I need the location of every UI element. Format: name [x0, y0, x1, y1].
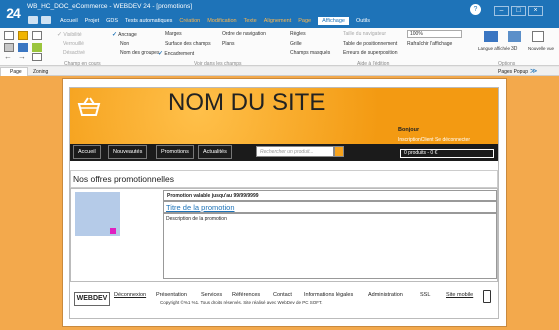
tab-page[interactable]: Page — [0, 67, 28, 76]
settings-icon[interactable] — [41, 16, 51, 24]
plans-option[interactable]: Plans — [222, 41, 235, 47]
verrouille-option[interactable]: Verrouillé — [63, 41, 84, 47]
window-title: WB_HC_DOC_eCommerce - WEBDEV 24 - [promo… — [27, 3, 193, 10]
visibilite-option[interactable]: ✓ Visibilité — [57, 31, 82, 38]
marges-option[interactable]: Marges — [165, 31, 182, 37]
desactive-option[interactable]: Désactivé — [63, 50, 85, 56]
regles-option[interactable]: Règles — [290, 31, 306, 37]
menu-item-projet[interactable]: Projet — [85, 18, 99, 25]
menu-item-tests-automatiques[interactable]: Tests automatiques — [125, 18, 172, 25]
footer-mentions[interactable]: Informations légales — [304, 292, 353, 298]
footer-administration[interactable]: Administration — [368, 292, 403, 298]
footer-contact[interactable]: Contact — [273, 292, 292, 298]
menu-item-modification[interactable]: Modification — [207, 18, 236, 25]
ancrage-checkbox[interactable]: ✓ Ancrage — [112, 31, 137, 38]
nav-actualites[interactable]: Actualités — [198, 145, 232, 159]
menu-item-texte[interactable]: Texte — [244, 18, 257, 25]
non-option[interactable]: Non — [120, 41, 129, 47]
mobile-icon — [483, 290, 491, 303]
page-icon[interactable] — [4, 31, 14, 40]
menu-item-gds[interactable]: GDS — [106, 18, 118, 25]
cart-summary[interactable]: 0 produits - 0 € — [400, 149, 494, 158]
site-title: NOM DU SITE — [168, 89, 326, 116]
3d-icon[interactable] — [508, 31, 521, 42]
search-input[interactable]: Rechercher un produit... — [256, 146, 334, 157]
minimize-button[interactable]: – — [494, 6, 509, 16]
encadrement-checkbox[interactable]: ✓ Encadrement — [158, 50, 194, 57]
forward-arrow-icon[interactable]: → — [18, 53, 28, 61]
page2-icon[interactable] — [32, 31, 42, 40]
webdev-logo[interactable]: 24 — [2, 2, 24, 24]
menu-item-page[interactable]: Page — [298, 18, 311, 25]
editor-tabs — [0, 67, 559, 76]
tab-zoning[interactable]: Zoning — [33, 68, 48, 76]
search-icon[interactable] — [334, 146, 344, 157]
copyright: Copyright ©%1 %1. Tous droits réservés. … — [160, 300, 323, 305]
webdev-badge: WEBDEV — [74, 292, 110, 306]
expand-icon[interactable]: ≫ — [530, 67, 537, 75]
color-icon[interactable] — [32, 43, 42, 52]
account-links[interactable]: InscriptionClient Se déconnecter — [398, 137, 470, 143]
surface-option[interactable]: Surface des champs — [165, 41, 211, 47]
nav-accueil[interactable]: Accueil — [73, 145, 101, 159]
folder-icon[interactable] — [18, 31, 28, 40]
erreurs-option[interactable]: Erreurs de superposition — [343, 50, 397, 56]
langue-icon[interactable] — [484, 31, 498, 42]
promo-description: Description de la promotion — [163, 213, 497, 279]
ordre-nav-option[interactable]: Ordre de navigation — [222, 31, 266, 37]
footer-ssl[interactable]: SSL — [420, 292, 430, 298]
footer-deconnexion[interactable]: Déconnexion — [114, 292, 146, 298]
menu-item-accueil[interactable]: Accueil — [60, 18, 78, 25]
menu-item-outils[interactable]: Outils — [356, 18, 370, 25]
back-arrow-icon[interactable]: ← — [4, 53, 14, 61]
style-icon[interactable] — [18, 43, 28, 52]
nav-nouveautes[interactable]: Nouveautés — [108, 145, 148, 159]
table-pos-option[interactable]: Table de positionnement — [343, 41, 397, 47]
close-button[interactable]: × — [528, 6, 543, 16]
menu-item-alignement[interactable]: Alignement — [264, 18, 292, 25]
maximize-button[interactable]: □ — [511, 6, 526, 16]
nouvelle-vue-icon[interactable] — [532, 31, 544, 42]
help-icon[interactable]: ? — [470, 4, 481, 15]
layout-icon[interactable] — [32, 53, 42, 61]
nom-groupes-option[interactable]: Nom des groupes — [120, 50, 159, 56]
grille-option[interactable]: Grille — [290, 41, 302, 47]
taille-nav-label: Taille du navigateur — [343, 31, 387, 37]
footer-presentation[interactable]: Présentation — [156, 292, 187, 298]
greeting: Bonjour — [398, 127, 420, 133]
offers-heading: Nos offres promotionnelles — [70, 170, 498, 188]
pages-popup-button[interactable]: Pages Popup — [498, 68, 528, 76]
langue-button[interactable]: Langue affichée — [478, 46, 510, 51]
zoom-select[interactable]: 100% — [407, 30, 462, 38]
nav-promotions[interactable]: Promotions — [156, 145, 194, 159]
promo-validity: Promotion valable jusqu'au 99/99/9999 — [163, 190, 497, 201]
menu-item-cr-ation[interactable]: Création — [179, 18, 200, 25]
edit-icon[interactable] — [4, 43, 14, 52]
footer-site-mobile[interactable]: Site mobile — [446, 292, 473, 298]
nouvelle-vue-button[interactable]: Nouvelle vue — [528, 46, 554, 51]
promo-title-link[interactable]: Titre de la promotion — [163, 201, 497, 213]
save-icon[interactable] — [28, 16, 38, 24]
basket-icon — [77, 97, 101, 116]
rafraichir-button[interactable]: Rafraîchir l'affichage — [407, 41, 452, 47]
3d-button[interactable]: 3D — [511, 46, 517, 52]
champs-masques-option[interactable]: Champs masqués — [290, 50, 330, 56]
image-marker — [110, 228, 116, 234]
main-menu: Accueil Projet GDS Tests automatiques Créati… — [60, 17, 370, 25]
menu-item-affichage[interactable]: Affichage — [318, 17, 349, 25]
footer-services[interactable]: Services — [201, 292, 222, 298]
footer-references[interactable]: Références — [232, 292, 260, 298]
